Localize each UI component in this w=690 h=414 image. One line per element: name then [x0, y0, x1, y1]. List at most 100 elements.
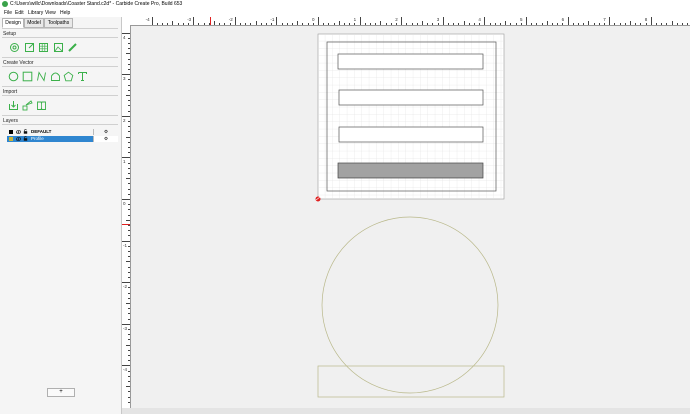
- ruler-minor-tick: [126, 136, 130, 138]
- ruler-minor-tick: [349, 23, 351, 25]
- ruler-minor-tick: [666, 23, 668, 25]
- menu-library[interactable]: Library: [28, 10, 43, 16]
- ruler-label: 5: [520, 17, 523, 22]
- ruler-minor-tick: [453, 23, 455, 25]
- menu-view[interactable]: View: [45, 10, 56, 16]
- ruler-minor-tick: [385, 23, 387, 25]
- ruler-tick: [151, 17, 153, 25]
- ruler-minor-tick: [167, 23, 169, 25]
- job-setup-icon[interactable]: [9, 42, 20, 53]
- ruler-minor-tick: [541, 23, 543, 25]
- ruler-minor-tick: [286, 23, 288, 25]
- tab-design[interactable]: Design: [2, 18, 24, 28]
- ruler-minor-tick: [126, 303, 130, 304]
- ruler-minor-tick: [172, 21, 174, 25]
- ruler-corner: [122, 17, 131, 25]
- horizontal-ruler: -4 -3 -2 -1 0 1 2 3 4 5 6 7 8: [131, 17, 690, 26]
- ruler-minor-tick: [266, 23, 267, 25]
- curve-icon[interactable]: [36, 71, 47, 82]
- ruler-cursor-marker: [122, 224, 130, 225]
- lock-icon[interactable]: [23, 129, 28, 134]
- lock-icon[interactable]: [23, 136, 28, 141]
- layer-row-default[interactable]: DEFAULT ⚙: [7, 129, 117, 135]
- ruler-label: -2: [228, 17, 233, 22]
- ruler-minor-tick: [562, 23, 564, 25]
- ruler-minor-tick: [128, 370, 130, 372]
- eye-icon[interactable]: [16, 137, 21, 141]
- ruler-label: 4: [478, 17, 481, 22]
- design-canvas[interactable]: [131, 26, 690, 408]
- layer-row-profile[interactable]: Profile ⚙: [7, 136, 118, 142]
- ruler-minor-tick: [572, 23, 574, 25]
- ruler-minor-tick: [126, 178, 130, 180]
- ruler-minor-tick: [128, 131, 130, 133]
- menu-help[interactable]: Help: [60, 10, 70, 16]
- ruler-minor-tick: [344, 23, 345, 25]
- divider: [2, 115, 118, 116]
- ruler-minor-tick: [126, 386, 130, 388]
- ruler-minor-tick: [619, 23, 621, 25]
- ruler-minor-tick: [614, 23, 616, 25]
- ruler-minor-tick: [255, 21, 257, 25]
- ruler-minor-tick: [406, 23, 408, 25]
- horizontal-scrollbar[interactable]: [122, 408, 690, 414]
- eye-icon[interactable]: [16, 130, 21, 134]
- ruler-tick: [276, 17, 278, 25]
- ruler-minor-tick: [396, 23, 397, 25]
- ruler-minor-tick: [128, 339, 130, 341]
- menu-edit[interactable]: Edit: [15, 10, 24, 16]
- ruler-minor-tick: [682, 23, 683, 25]
- image-icon[interactable]: [53, 42, 64, 53]
- menu-file[interactable]: File: [4, 10, 12, 16]
- ruler-minor-tick: [128, 43, 130, 44]
- rectangle-icon[interactable]: [22, 71, 33, 82]
- ruler-minor-tick: [437, 23, 439, 25]
- import-icon[interactable]: [8, 100, 19, 111]
- ruler-minor-tick: [128, 162, 130, 164]
- ruler-minor-tick: [128, 79, 130, 81]
- ruler-minor-tick: [128, 100, 130, 102]
- gear-icon[interactable]: ⚙: [93, 129, 118, 135]
- layer-color-swatch[interactable]: [9, 130, 13, 134]
- gear-icon[interactable]: ⚙: [93, 136, 118, 142]
- polygon-icon[interactable]: [50, 71, 61, 82]
- slot-vector-2: [338, 89, 484, 106]
- ruler-minor-tick: [531, 23, 533, 25]
- layer-name[interactable]: DEFAULT: [31, 129, 51, 135]
- ruler-minor-tick: [219, 23, 221, 25]
- circle-icon[interactable]: [8, 71, 19, 82]
- ruler-minor-tick: [128, 313, 130, 315]
- pentagon-icon[interactable]: [63, 71, 74, 82]
- tab-model[interactable]: Model: [24, 18, 44, 28]
- tab-toolpaths[interactable]: Toolpaths: [44, 18, 73, 28]
- ruler-minor-tick: [128, 173, 130, 174]
- ruler-minor-tick: [128, 266, 130, 268]
- ruler-label: -4: [145, 17, 150, 22]
- ruler-minor-tick: [645, 23, 647, 25]
- canvas-drawing[interactable]: [131, 26, 690, 408]
- edit-icon[interactable]: [24, 42, 35, 53]
- ruler-tick: [122, 32, 130, 34]
- ruler-minor-tick: [224, 23, 226, 25]
- import-stl-icon[interactable]: [36, 100, 47, 111]
- add-layer-button[interactable]: +: [47, 388, 75, 397]
- ruler-minor-tick: [583, 23, 585, 25]
- ruler-tick: [318, 17, 319, 25]
- grid-icon[interactable]: [38, 42, 49, 53]
- ruler-minor-tick: [128, 209, 130, 211]
- ruler-minor-tick: [128, 318, 130, 320]
- import-svg-icon[interactable]: [22, 100, 33, 111]
- ruler-minor-tick: [458, 23, 460, 25]
- layer-name[interactable]: Profile: [31, 136, 44, 142]
- text-icon[interactable]: [77, 71, 88, 82]
- ruler-tick: [122, 323, 130, 325]
- slot-vector-1: [337, 53, 484, 70]
- measure-icon[interactable]: [67, 42, 78, 53]
- divider: [2, 57, 118, 58]
- ruler-minor-tick: [260, 23, 262, 25]
- layer-color-swatch[interactable]: [9, 137, 13, 141]
- ruler-minor-tick: [578, 23, 579, 25]
- ruler-minor-tick: [474, 23, 475, 25]
- ruler-minor-tick: [598, 23, 600, 25]
- ruler-minor-tick: [546, 21, 548, 25]
